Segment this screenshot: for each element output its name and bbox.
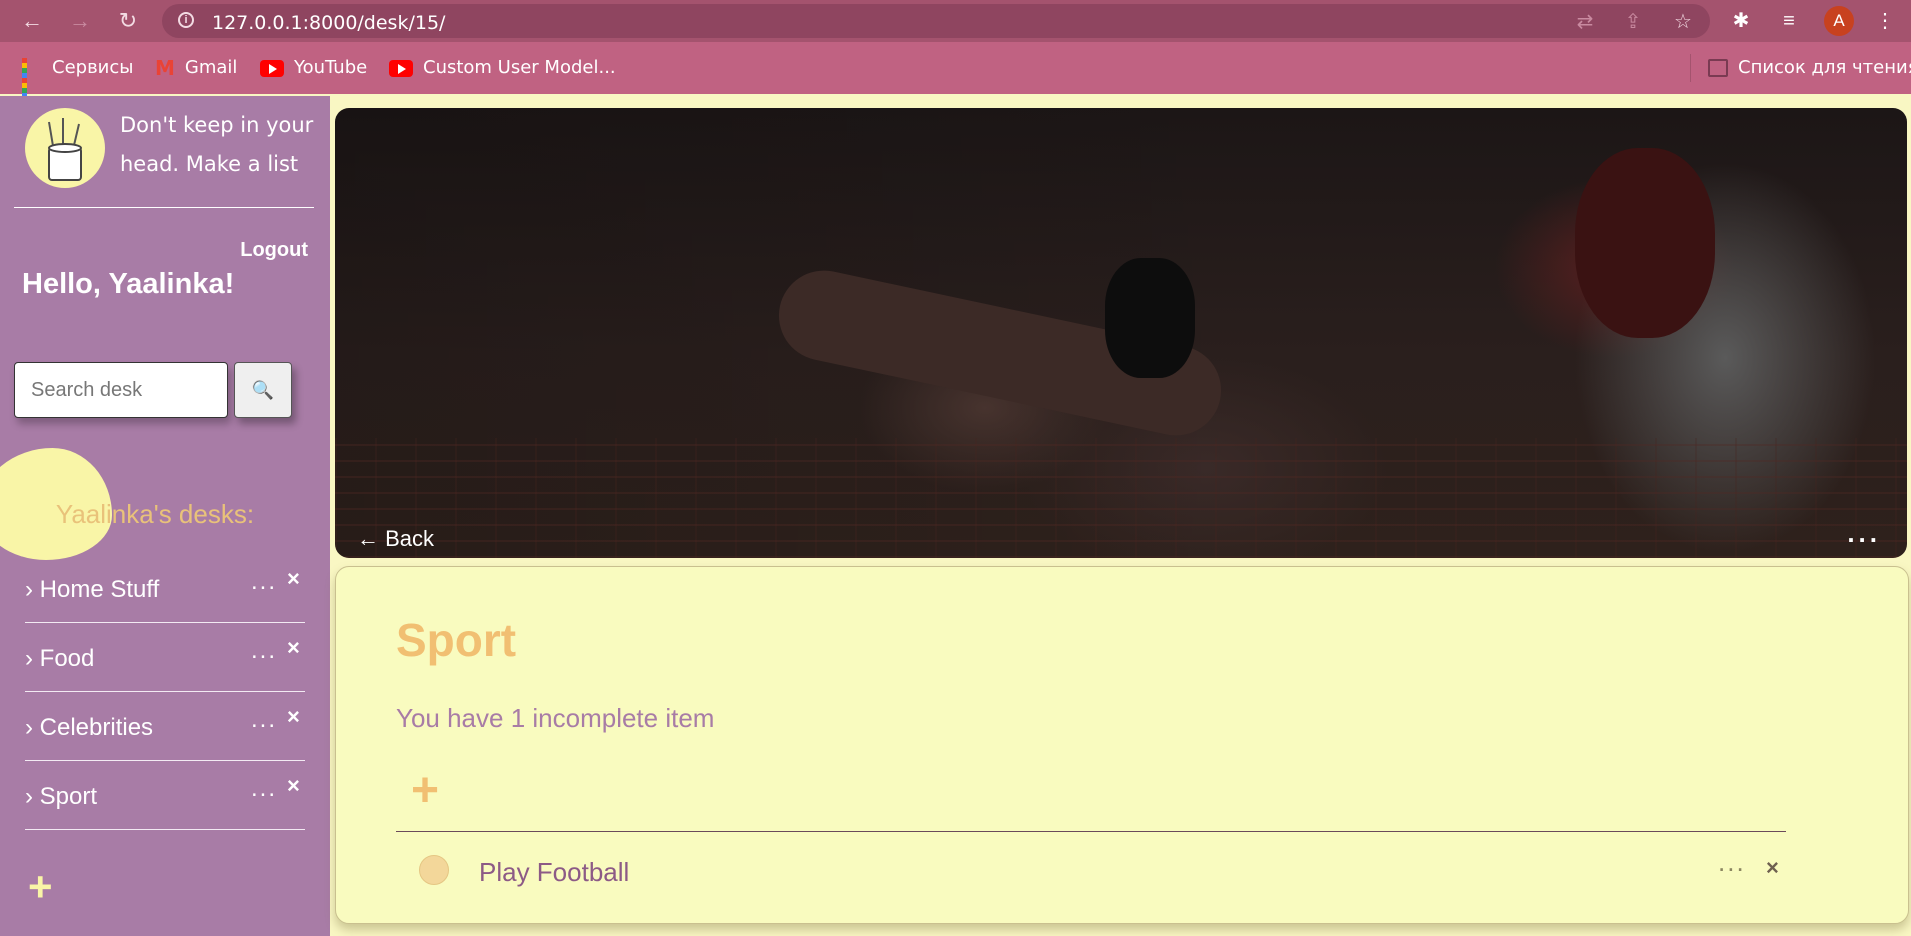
- desk-card: Sport You have 1 incomplete item + Play …: [335, 566, 1909, 924]
- site-info-icon[interactable]: i: [178, 12, 194, 28]
- bookmark-label: Сервисы: [52, 57, 134, 78]
- pencil-cup-icon: [48, 118, 82, 181]
- bookmarks-divider: [1690, 54, 1691, 82]
- add-desk-button[interactable]: +: [28, 866, 53, 908]
- forward-arrow-icon[interactable]: →: [66, 7, 94, 35]
- desk-delete-icon[interactable]: ×: [287, 773, 300, 799]
- desk-delete-icon[interactable]: ×: [287, 704, 300, 730]
- desk-menu-icon[interactable]: ...: [251, 637, 277, 665]
- youtube-icon: [260, 59, 284, 77]
- desk-menu-icon[interactable]: ...: [251, 568, 277, 596]
- search-button[interactable]: 🔍: [234, 362, 292, 418]
- desk-delete-icon[interactable]: ×: [287, 635, 300, 661]
- desk-title: Sport: [396, 614, 517, 666]
- bookmark-youtube[interactable]: YouTube: [260, 57, 367, 79]
- extensions-icon[interactable]: ✱: [1728, 8, 1754, 34]
- search-icon: 🔍: [251, 380, 275, 400]
- bookmark-star-icon[interactable]: ☆: [1672, 11, 1694, 33]
- bookmark-custom-user-model[interactable]: Custom User Model...: [389, 57, 616, 79]
- tagline: Don't keep in your head. Make a list: [120, 113, 314, 176]
- bookmark-label: Gmail: [184, 57, 238, 78]
- search-desk-input[interactable]: [14, 362, 228, 418]
- share-icon[interactable]: ⇪: [1622, 11, 1644, 33]
- desk-menu-icon[interactable]: ...: [251, 775, 277, 803]
- translate-icon[interactable]: ⇄: [1574, 11, 1596, 33]
- bookmarks-bar: Сервисы M Gmail YouTube Custom User Model…: [0, 42, 1911, 103]
- logo: [25, 108, 105, 188]
- desk-cover-image: ← Back ...: [335, 108, 1907, 558]
- media-queue-icon[interactable]: ≡: [1776, 8, 1802, 34]
- bookmark-services[interactable]: Сервисы: [22, 57, 134, 103]
- desk-label[interactable]: › Food: [25, 645, 94, 673]
- desk-item-celebrities[interactable]: › Celebrities ... ×: [25, 692, 305, 761]
- card-divider: [396, 831, 1786, 832]
- desk-label[interactable]: › Home Stuff: [25, 576, 159, 604]
- address-bar[interactable]: i 127.0.0.1:8000/desk/15/ ⇄ ⇪ ☆: [162, 4, 1710, 38]
- sidebar-divider: [14, 207, 314, 208]
- cover-glove-shape: [1105, 258, 1195, 378]
- incomplete-count: You have 1 incomplete item: [396, 703, 715, 733]
- desks-title: Yaalinka's desks:: [55, 499, 255, 529]
- reading-list-icon: [1708, 59, 1728, 77]
- desk-delete-icon[interactable]: ×: [287, 566, 300, 592]
- desk-label[interactable]: › Celebrities: [25, 714, 153, 742]
- profile-avatar[interactable]: A: [1824, 6, 1854, 36]
- bookmark-label: YouTube: [294, 57, 368, 78]
- apps-grid-icon: [22, 58, 42, 103]
- reload-icon[interactable]: ↻: [114, 7, 142, 35]
- item-label[interactable]: Play Football: [479, 857, 629, 888]
- youtube-icon: [389, 59, 413, 77]
- address-url[interactable]: 127.0.0.1:8000/desk/15/: [212, 12, 445, 34]
- item-menu-icon[interactable]: ...: [1718, 847, 1746, 878]
- desk-item-home-stuff[interactable]: › Home Stuff ... ×: [25, 554, 305, 623]
- bookmark-label: Custom User Model...: [423, 57, 616, 78]
- browser-menu-icon[interactable]: ⋮: [1872, 8, 1898, 34]
- desk-label[interactable]: › Sport: [25, 783, 97, 811]
- item-checkbox[interactable]: [419, 855, 449, 885]
- cover-menu-icon[interactable]: ...: [1847, 518, 1881, 549]
- add-item-button[interactable]: +: [411, 767, 439, 815]
- desk-item-sport[interactable]: › Sport ... ×: [25, 761, 305, 830]
- back-link[interactable]: ← Back: [357, 526, 434, 552]
- cover-glove-shape: [1575, 148, 1715, 338]
- reading-list[interactable]: Список для чтения: [1708, 57, 1911, 79]
- greeting: Hello, Yaalinka!: [22, 268, 235, 300]
- browser-toolbar: ← → ↻ i 127.0.0.1:8000/desk/15/ ⇄ ⇪ ☆ ✱ …: [0, 0, 1911, 42]
- item-delete-icon[interactable]: ×: [1766, 855, 1779, 881]
- desk-item-food[interactable]: › Food ... ×: [25, 623, 305, 692]
- reading-list-label: Список для чтения: [1738, 57, 1911, 78]
- gmail-icon: M: [155, 56, 175, 80]
- sidebar: Don't keep in your head. Make a list Log…: [0, 96, 330, 936]
- bookmark-gmail[interactable]: M Gmail: [155, 57, 237, 79]
- cover-brick-wall: [335, 438, 1907, 558]
- logout-link[interactable]: Logout: [240, 239, 308, 262]
- desk-menu-icon[interactable]: ...: [251, 706, 277, 734]
- back-arrow-icon[interactable]: ←: [18, 7, 46, 35]
